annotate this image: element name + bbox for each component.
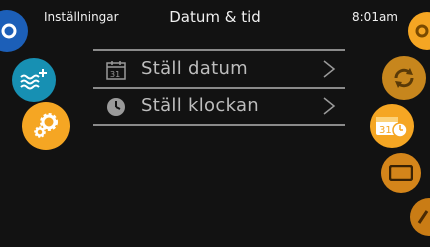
water-plus-icon [20,69,47,90]
gear-icon [34,113,58,138]
display-button[interactable] [381,153,421,193]
screen-icon [389,165,413,181]
clock-display: 8:01am [352,10,398,24]
calendar-icon: 31 [106,61,126,80]
rotate-icon [394,68,414,88]
divider [93,124,345,126]
calendar-day-text: 31 [379,125,392,136]
back-icon [1,23,17,39]
chevron-right-icon [323,97,336,115]
settings-button[interactable] [22,102,70,150]
date-time-button[interactable]: 31 [370,104,414,148]
water-care-button[interactable] [12,58,56,102]
bottom-right-button[interactable] [410,198,430,236]
menu-label-set-clock: Ställ klockan [141,95,260,116]
clock-icon [107,98,125,116]
menu-item-set-clock[interactable]: Ställ klockan [93,88,345,124]
menu-item-set-date[interactable]: 31 Ställ datum [93,51,345,87]
settings-partial-icon [415,24,429,38]
rotate-button[interactable] [382,56,426,100]
menu-label-set-date: Ställ datum [141,58,248,79]
chevron-right-icon [323,60,336,78]
calendar-icon-day: 31 [110,70,120,79]
calendar-clock-icon: 31 [376,117,408,138]
arrow-icon [417,210,429,224]
